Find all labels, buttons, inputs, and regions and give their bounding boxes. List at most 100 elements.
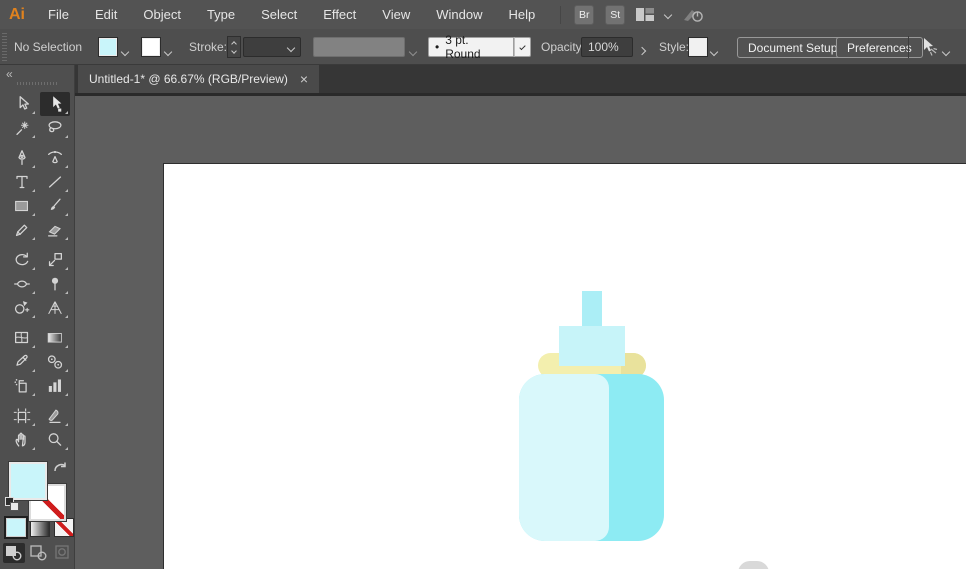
menu-file[interactable]: File: [35, 0, 82, 29]
fill-chevron-icon[interactable]: [120, 47, 130, 57]
line-segment-tool-icon: [48, 176, 61, 188]
stroke-weight-stepper[interactable]: [227, 36, 241, 58]
bottle-nipple-shape[interactable]: [559, 326, 625, 366]
eyedropper-tool-icon: [15, 354, 28, 366]
hand-tool-icon: [15, 432, 26, 447]
brush-preset-value: 3 pt. Round: [445, 33, 481, 61]
hand-tool[interactable]: [7, 428, 37, 452]
preferences-button[interactable]: Preferences: [836, 37, 923, 58]
fill-proxy-swatch[interactable]: [8, 461, 48, 501]
menu-bar: Ai File Edit Object Type Select Effect View Win…: [0, 0, 966, 29]
control-bar-grip[interactable]: [2, 33, 7, 61]
control-bar-separator: [908, 36, 909, 58]
opacity-flyout-icon[interactable]: [637, 46, 647, 56]
menu-type[interactable]: Type: [194, 0, 248, 29]
illustrator-window: Ai File Edit Object Type Select Effect View Win…: [0, 0, 966, 569]
default-fill-stroke-icon[interactable]: [5, 497, 21, 513]
column-graph-tool[interactable]: [40, 374, 70, 398]
selection-tool-icon: [19, 96, 29, 110]
tab-close-icon[interactable]: ×: [300, 72, 308, 86]
bottle-body-shape[interactable]: [519, 374, 664, 541]
perspective-grid-tool[interactable]: [40, 296, 70, 320]
mesh-tool[interactable]: [7, 326, 37, 350]
collapse-panel-icon[interactable]: «: [6, 67, 13, 81]
artboard-tool-icon: [13, 408, 30, 424]
draw-inside-button: [53, 543, 75, 563]
eyedropper-tool[interactable]: [7, 350, 37, 374]
stepper-up-icon[interactable]: [231, 40, 237, 47]
style-swatch[interactable]: [688, 37, 708, 57]
workspace-switcher-icon[interactable]: [636, 8, 655, 21]
apply-color-button[interactable]: [4, 516, 28, 539]
brush-preset-chevron[interactable]: [514, 37, 531, 57]
stroke-weight-chevron-icon[interactable]: [286, 43, 296, 53]
bridge-button[interactable]: Br: [574, 4, 595, 25]
style-chevron-icon[interactable]: [709, 47, 719, 57]
pen-tool-icon: [17, 150, 26, 165]
rectangle-tool[interactable]: [7, 194, 37, 218]
type-tool[interactable]: [7, 170, 37, 194]
opacity-field[interactable]: 100%: [581, 37, 633, 57]
bottle-nipple-tip-shape[interactable]: [582, 291, 602, 328]
stock-button[interactable]: St: [605, 4, 626, 25]
partial-artwork-shape[interactable]: [738, 561, 769, 569]
puppet-warp-tool[interactable]: [40, 272, 70, 296]
zoom-tool-icon: [48, 433, 61, 446]
workspace-chevron-icon[interactable]: [663, 10, 673, 19]
type-tool-icon: [15, 175, 28, 189]
symbol-sprayer-tool[interactable]: [7, 374, 37, 398]
select-similar-chevron-icon[interactable]: [941, 47, 951, 57]
gradient-tool[interactable]: [40, 326, 70, 350]
width-profile-dropdown: [313, 37, 405, 57]
draw-normal-button[interactable]: [3, 543, 25, 563]
magic-wand-tool[interactable]: [7, 116, 37, 140]
curvature-tool[interactable]: [40, 146, 70, 170]
artboard-tool[interactable]: [7, 404, 37, 428]
zoom-tool[interactable]: [40, 428, 70, 452]
fill-color-swatch[interactable]: [98, 37, 118, 57]
draw-behind-button[interactable]: [28, 543, 50, 563]
stepper-down-icon[interactable]: [231, 47, 237, 54]
scale-tool-icon: [48, 253, 62, 267]
menu-effect[interactable]: Effect: [310, 0, 369, 29]
menu-help[interactable]: Help: [495, 0, 548, 29]
document-setup-button[interactable]: Document Setup: [737, 37, 849, 58]
direct-selection-tool[interactable]: [39, 92, 70, 116]
menu-object[interactable]: Object: [130, 0, 194, 29]
perspective-grid-tool-icon: [47, 301, 62, 315]
menu-view[interactable]: View: [369, 0, 423, 29]
slice-tool[interactable]: [40, 404, 70, 428]
tool-grid: [5, 92, 71, 452]
scale-tool[interactable]: [40, 248, 70, 272]
eraser-tool[interactable]: [40, 218, 70, 242]
selection-tool[interactable]: [7, 92, 37, 116]
menubar-right-cluster: Br St: [560, 4, 704, 25]
menu-window[interactable]: Window: [423, 0, 495, 29]
stroke-weight-field[interactable]: [243, 37, 301, 57]
swap-fill-stroke-icon[interactable]: [52, 460, 68, 479]
brush-preset-field[interactable]: • 3 pt. Round: [428, 33, 514, 61]
puppet-warp-tool-icon: [51, 277, 58, 291]
paintbrush-tool[interactable]: [40, 194, 70, 218]
width-tool-icon: [13, 280, 30, 288]
shape-builder-tool[interactable]: [7, 296, 37, 320]
select-similar-icon[interactable]: [915, 36, 939, 61]
blend-tool[interactable]: [40, 350, 70, 374]
menu-select[interactable]: Select: [248, 0, 310, 29]
line-segment-tool[interactable]: [40, 170, 70, 194]
stroke-color-swatch[interactable]: [141, 37, 161, 57]
artboard[interactable]: [163, 163, 966, 569]
bottle-body-highlight-shape: [519, 374, 609, 541]
document-tab[interactable]: Untitled-1* @ 66.67% (RGB/Preview) ×: [78, 65, 320, 93]
tab-bar: Untitled-1* @ 66.67% (RGB/Preview) ×: [75, 65, 966, 93]
width-tool[interactable]: [7, 272, 37, 296]
lasso-tool[interactable]: [40, 116, 70, 140]
pen-tool[interactable]: [7, 146, 37, 170]
rotate-tool[interactable]: [7, 248, 37, 272]
illustrator-logo[interactable]: Ai: [9, 6, 25, 24]
pencil-tool[interactable]: [7, 218, 37, 242]
menu-edit[interactable]: Edit: [82, 0, 130, 29]
stroke-chevron-icon[interactable]: [163, 47, 173, 57]
sync-power-icon[interactable]: [682, 7, 704, 23]
panel-grip[interactable]: [17, 82, 57, 85]
